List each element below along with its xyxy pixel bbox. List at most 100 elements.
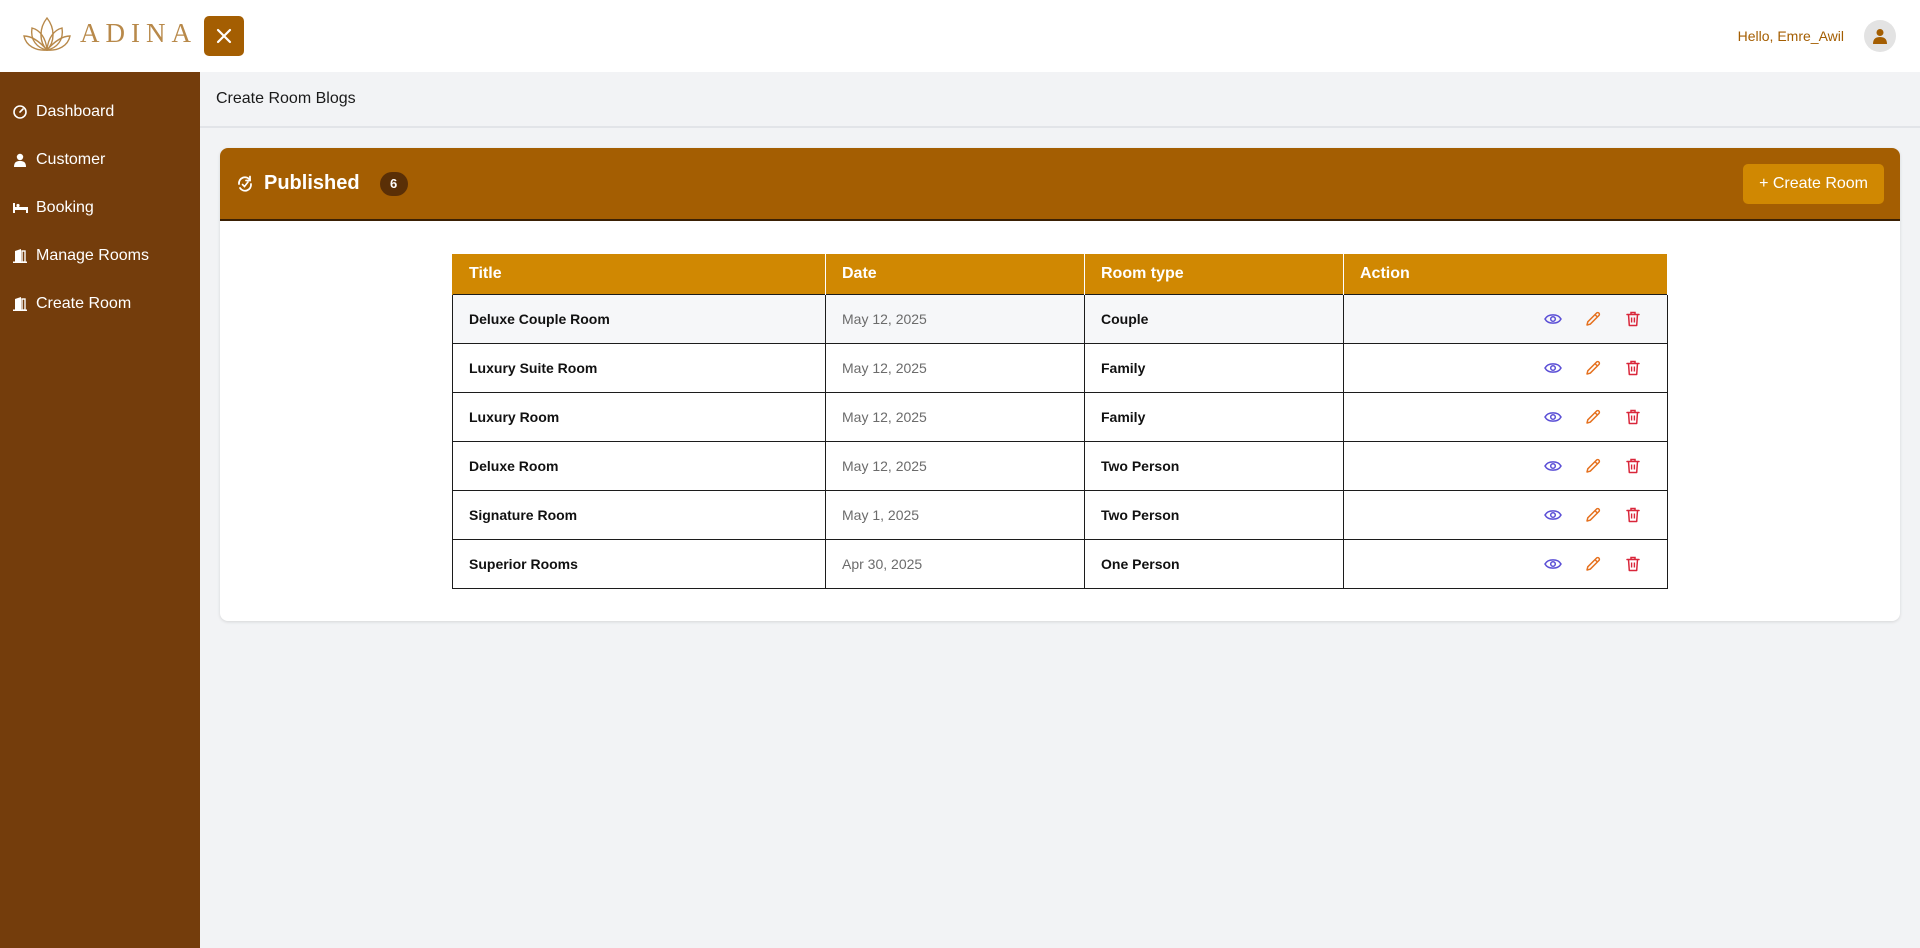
column-header-date[interactable]: Date [825, 254, 1085, 294]
sidebar-item-dashboard[interactable]: Dashboard [0, 88, 200, 136]
trash-icon [1626, 507, 1640, 522]
delete-button[interactable] [1623, 407, 1643, 427]
eye-icon [1544, 509, 1562, 520]
room-type-cell: Couple [1084, 293, 1344, 344]
sidebar-item-label: Manage Rooms [36, 247, 149, 264]
view-button[interactable] [1543, 407, 1563, 427]
edit-button[interactable] [1583, 456, 1603, 476]
table-row: Deluxe Couple Room May 12, 2025 Couple [452, 293, 1668, 344]
trash-icon [1626, 311, 1640, 326]
card-header: Published 6 + Create Room [220, 148, 1900, 221]
delete-button[interactable] [1623, 554, 1643, 574]
room-date-cell: May 12, 2025 [825, 391, 1085, 442]
eye-icon [1544, 313, 1562, 324]
view-button[interactable] [1543, 456, 1563, 476]
view-button[interactable] [1543, 554, 1563, 574]
main-content: Create Room Blogs Published 6 + Create R… [200, 72, 1920, 948]
sidebar-item-create-room[interactable]: Create Room [0, 280, 200, 328]
table-header-row: Title Date Room type Action [452, 254, 1668, 294]
column-header-room-type[interactable]: Room type [1084, 254, 1344, 294]
room-type-cell: Two Person [1084, 489, 1344, 540]
room-title-cell: Signature Room [452, 489, 826, 540]
pencil-icon [1586, 360, 1601, 375]
top-bar: ADINA Hello, Emre_Awil [0, 0, 1920, 72]
edit-button[interactable] [1583, 554, 1603, 574]
sidebar-item-label: Booking [36, 199, 94, 216]
pencil-icon [1586, 507, 1601, 522]
user-avatar[interactable] [1864, 20, 1896, 52]
eye-icon [1544, 460, 1562, 471]
brand-logo[interactable]: ADINA [22, 14, 197, 52]
sidebar-item-label: Create Room [36, 295, 132, 312]
room-type-cell: Family [1084, 391, 1344, 442]
rooms-table: Title Date Room type Action Deluxe Coupl… [452, 254, 1668, 589]
view-button[interactable] [1543, 505, 1563, 525]
pencil-icon [1586, 556, 1601, 571]
sidebar-item-label: Customer [36, 151, 106, 168]
room-actions-cell [1343, 342, 1668, 393]
view-button[interactable] [1543, 358, 1563, 378]
user-icon [1873, 29, 1887, 44]
edit-button[interactable] [1583, 505, 1603, 525]
eye-icon [1544, 558, 1562, 569]
close-icon [216, 28, 232, 44]
table-row: Signature Room May 1, 2025 Two Person [452, 489, 1668, 540]
refresh-icon [238, 175, 252, 192]
published-rooms-card: Published 6 + Create Room Title Date Roo… [220, 148, 1900, 621]
trash-icon [1626, 360, 1640, 375]
create-room-button[interactable]: + Create Room [1743, 164, 1884, 204]
view-button[interactable] [1543, 309, 1563, 329]
room-actions-cell [1343, 538, 1668, 589]
room-actions-cell [1343, 293, 1668, 344]
sidebar-item-manage-rooms[interactable]: Manage Rooms [0, 232, 200, 280]
room-title-cell: Superior Rooms [452, 538, 826, 589]
table-row: Luxury Room May 12, 2025 Family [452, 391, 1668, 442]
room-actions-cell [1343, 489, 1668, 540]
room-type-cell: One Person [1084, 538, 1344, 589]
lotus-icon [23, 16, 71, 51]
count-badge: 6 [379, 171, 408, 196]
greeting-text: Hello, Emre_Awil [1737, 28, 1844, 44]
room-actions-cell [1343, 391, 1668, 442]
page-header: Create Room Blogs [200, 72, 1920, 128]
edit-button[interactable] [1583, 309, 1603, 329]
user-icon [12, 152, 28, 168]
door-icon [12, 296, 28, 312]
pencil-icon [1586, 409, 1601, 424]
room-title-cell: Deluxe Room [452, 440, 826, 491]
delete-button[interactable] [1623, 358, 1643, 378]
table-row: Luxury Suite Room May 12, 2025 Family [452, 342, 1668, 393]
trash-icon [1626, 409, 1640, 424]
room-actions-cell [1343, 440, 1668, 491]
room-title-cell: Deluxe Couple Room [452, 293, 826, 344]
room-title-cell: Luxury Suite Room [452, 342, 826, 393]
delete-button[interactable] [1623, 456, 1643, 476]
room-type-cell: Two Person [1084, 440, 1344, 491]
table-row: Superior Rooms Apr 30, 2025 One Person [452, 538, 1668, 589]
brand-name: ADINA [80, 17, 197, 48]
room-date-cell: May 12, 2025 [825, 342, 1085, 393]
edit-button[interactable] [1583, 358, 1603, 378]
column-header-action: Action [1343, 254, 1668, 294]
edit-button[interactable] [1583, 407, 1603, 427]
pencil-icon [1586, 458, 1601, 473]
close-sidebar-button[interactable] [204, 16, 244, 56]
table-row: Deluxe Room May 12, 2025 Two Person [452, 440, 1668, 491]
room-title-cell: Luxury Room [452, 391, 826, 442]
room-date-cell: May 12, 2025 [825, 440, 1085, 491]
door-icon [12, 248, 28, 264]
trash-icon [1626, 556, 1640, 571]
sidebar-item-booking[interactable]: Booking [0, 184, 200, 232]
delete-button[interactable] [1623, 309, 1643, 329]
column-header-title[interactable]: Title [452, 254, 826, 294]
sidebar-item-label: Dashboard [36, 103, 115, 120]
room-type-cell: Family [1084, 342, 1344, 393]
eye-icon [1544, 411, 1562, 422]
room-date-cell: May 12, 2025 [825, 293, 1085, 344]
delete-button[interactable] [1623, 505, 1643, 525]
bed-icon [12, 200, 28, 216]
sidebar-item-customer[interactable]: Customer [0, 136, 200, 184]
room-date-cell: May 1, 2025 [825, 489, 1085, 540]
page-title: Create Room Blogs [216, 90, 356, 107]
card-title: Published [264, 172, 360, 194]
